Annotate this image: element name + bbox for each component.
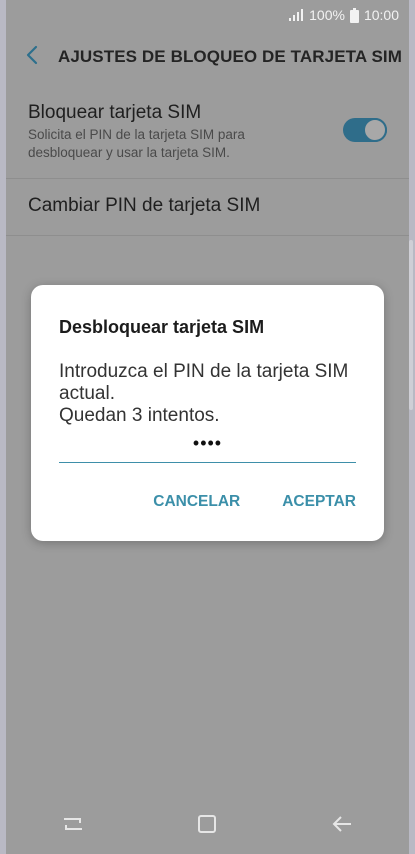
change-pin-setting[interactable]: Cambiar PIN de tarjeta SIM	[6, 179, 409, 236]
lock-sim-toggle[interactable]	[343, 118, 387, 142]
toggle-knob	[363, 118, 387, 142]
battery-percentage: 100%	[309, 7, 345, 23]
lock-sim-setting[interactable]: Bloquear tarjeta SIM Solicita el PIN de …	[6, 92, 409, 179]
navigation-bar	[6, 798, 409, 854]
signal-icon	[288, 9, 304, 21]
back-nav-button[interactable]	[312, 798, 372, 854]
dialog-message: Introduzca el PIN de la tarjeta SIM actu…	[59, 361, 359, 427]
unlock-sim-dialog: Desbloquear tarjeta SIM Introduzca el PI…	[31, 285, 384, 541]
app-header: AJUSTES DE BLOQUEO DE TARJETA SIM	[6, 30, 409, 84]
change-pin-title: Cambiar PIN de tarjeta SIM	[28, 195, 261, 216]
dialog-message-line-2: Quedan 3 intentos.	[59, 405, 220, 426]
dialog-message-line-1: Introduzca el PIN de la tarjeta SIM actu…	[59, 361, 349, 404]
home-button[interactable]	[177, 798, 237, 854]
back-arrow-icon	[331, 815, 353, 838]
cancel-button[interactable]: CANCELAR	[153, 493, 240, 511]
pin-input[interactable]: ••••	[59, 432, 356, 463]
side-edge-handle[interactable]	[409, 240, 413, 410]
recent-apps-icon	[62, 815, 84, 838]
back-button[interactable]	[6, 30, 58, 84]
accept-button[interactable]: ACEPTAR	[282, 493, 356, 511]
settings-list: Bloquear tarjeta SIM Solicita el PIN de …	[6, 92, 409, 236]
lock-sim-title: Bloquear tarjeta SIM	[28, 102, 202, 123]
dialog-title: Desbloquear tarjeta SIM	[59, 317, 265, 337]
chevron-left-icon	[25, 45, 39, 70]
right-bezel	[409, 0, 415, 854]
page-title: AJUSTES DE BLOQUEO DE TARJETA SIM	[58, 47, 402, 66]
lock-sim-subtitle: Solicita el PIN de la tarjeta SIM para d…	[28, 127, 245, 160]
status-bar: 100% 10:00	[6, 0, 409, 30]
dialog-actions: CANCELAR ACEPTAR	[111, 493, 356, 511]
battery-icon	[349, 7, 359, 23]
phone-screen: 100% 10:00 AJUSTES DE BLOQUEO DE TARJETA…	[0, 0, 415, 854]
recent-apps-button[interactable]	[43, 798, 103, 854]
clock: 10:00	[363, 7, 399, 23]
home-icon	[197, 814, 217, 839]
